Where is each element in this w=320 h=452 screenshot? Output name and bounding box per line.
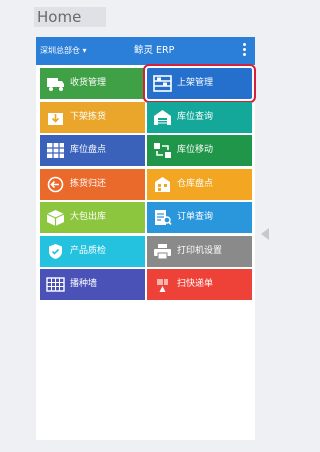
order-search-icon: [153, 209, 172, 226]
move-icon: [153, 142, 172, 159]
printer-icon: [153, 243, 172, 260]
menu-tile-label: 仓库盘点: [177, 178, 214, 189]
menu-tile-location-move[interactable]: 库位移动: [147, 135, 252, 166]
package-icon: [46, 209, 65, 226]
menu-tile-receiving[interactable]: 收货管理: [40, 68, 145, 99]
function-menu-grid: 收货管理 上架管理 下架拣货 库位查询 库位盘点 库位移动 拣货归还 仓库盘点: [40, 64, 256, 300]
menu-tile-pick-return[interactable]: 拣货归还: [40, 168, 145, 200]
warehouse-selector[interactable]: 深圳总部仓 ▾: [40, 37, 87, 65]
menu-tile-label: 产品质检: [70, 245, 107, 256]
menu-tile-quality-check[interactable]: 产品质检: [40, 235, 145, 267]
menu-tile-label: 下架拣货: [70, 111, 107, 122]
wall-icon: [46, 276, 65, 293]
building-icon: [153, 176, 172, 193]
grid-icon: [46, 142, 65, 159]
phone-screen: 深圳总部仓 ▾ 鲸灵 ERP 收货管理 上架管理 下架拣货 库位查询 库位盘点 …: [36, 37, 256, 440]
menu-tile-scan-waybill[interactable]: 扫快递单: [147, 269, 252, 300]
menu-tile-label: 库位移动: [177, 145, 214, 155]
menu-tile-order-query[interactable]: 订单查询: [147, 202, 252, 233]
menu-tile-label: 大包出库: [70, 212, 107, 222]
menu-tile-printer-settings[interactable]: 打印机设置: [147, 235, 252, 267]
menu-tile-label: 上架管理: [177, 78, 214, 88]
page-title: Home: [34, 7, 106, 27]
top-bar: 深圳总部仓 ▾ 鲸灵 ERP: [36, 37, 255, 65]
menu-tile-label: 库位盘点: [70, 145, 107, 155]
app-title: 鲸灵 ERP: [134, 45, 175, 56]
menu-tile-label: 打印机设置: [177, 245, 223, 256]
menu-tile-picking[interactable]: 下架拣货: [40, 101, 145, 133]
menu-tile-label: 播种墙: [70, 279, 98, 289]
menu-tile-label: 扫快递单: [177, 279, 214, 289]
menu-tile-putaway[interactable]: 上架管理: [143, 64, 256, 103]
menu-tile-label: 拣货归还: [70, 178, 107, 189]
more-menu-icon[interactable]: [243, 43, 247, 59]
menu-tile-label: 收货管理: [70, 78, 107, 88]
shield-check-icon: [46, 243, 65, 260]
menu-tile-sorting-wall[interactable]: 播种墙: [40, 269, 145, 300]
menu-tile-location-query[interactable]: 库位查询: [147, 101, 252, 133]
box-down-icon: [46, 109, 65, 126]
menu-tile-label: 订单查询: [177, 212, 214, 222]
scan-icon: [153, 276, 172, 293]
menu-tile-label: 库位查询: [177, 111, 214, 122]
return-icon: [46, 176, 65, 193]
truck-icon: [46, 75, 65, 92]
menu-tile-bulk-outbound[interactable]: 大包出库: [40, 202, 145, 233]
warehouse-icon: [153, 109, 172, 126]
shelf-icon: [153, 75, 172, 92]
menu-tile-warehouse-count[interactable]: 仓库盘点: [147, 168, 252, 200]
side-pointer-arrow: [261, 228, 269, 240]
menu-tile-location-count[interactable]: 库位盘点: [40, 135, 145, 166]
